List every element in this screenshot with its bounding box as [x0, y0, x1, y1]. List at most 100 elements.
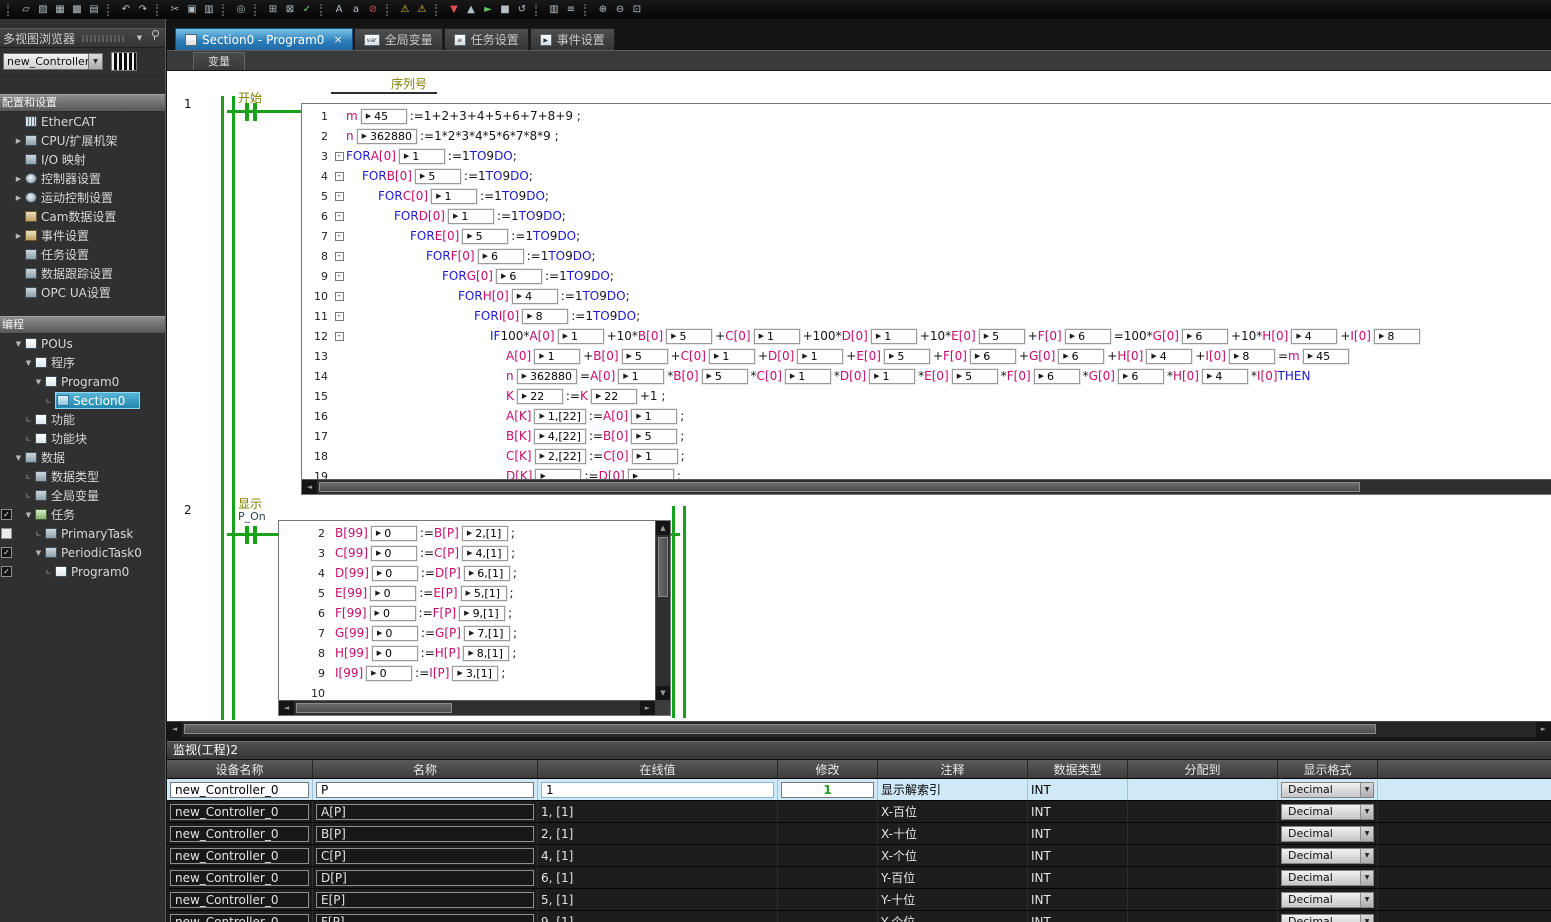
watch-value-box[interactable]: ▶9,[1] — [459, 606, 505, 621]
st-line[interactable]: 18C[K]▶2,[22]:=C[0]▶1 ; — [302, 446, 1551, 466]
sidebar-item[interactable]: ▶事件设置 — [0, 226, 165, 245]
watch-value-box[interactable]: ▶1 — [754, 329, 800, 344]
warning-list-icon[interactable]: ⚠ — [414, 2, 430, 17]
scroll-down-icon[interactable]: ▼ — [656, 686, 670, 700]
watch-value-box[interactable]: ▶4,[22] — [534, 429, 585, 444]
watch-row[interactable]: new_Controller_0E[P]5, [1]Y-十位INTDecimal… — [167, 889, 1551, 911]
st-line[interactable]: 13A[0]▶1+B[0]▶5+C[0]▶1+D[0]▶1+E[0]▶5+F[0… — [302, 346, 1551, 366]
build-icon[interactable]: ⊞ — [265, 2, 281, 17]
zoom-fit-icon[interactable]: ⊡ — [629, 2, 645, 17]
tree-down-arrow-icon[interactable]: ▼ — [12, 454, 25, 462]
warning-monitor-icon[interactable]: ⚠ — [397, 2, 413, 17]
download-to-controller-icon[interactable]: ▼ — [446, 2, 462, 17]
watch-value-box[interactable]: ▶1 — [399, 149, 445, 164]
display-format-select[interactable]: Decimal▼ — [1281, 892, 1374, 908]
watch-value-box[interactable]: ▶0 — [372, 626, 418, 641]
watch-value-box[interactable]: ▶6 — [1034, 369, 1080, 384]
cut-icon[interactable]: ✂ — [167, 2, 183, 17]
watch-value-box[interactable]: ▶1 — [558, 329, 604, 344]
watch-value-box[interactable]: ▶1 — [618, 369, 664, 384]
fold-collapse-icon[interactable]: - — [335, 192, 344, 201]
watch-column-header[interactable]: 显示格式 — [1278, 760, 1378, 778]
undo-icon[interactable]: ↶ — [118, 2, 134, 17]
tree-down-arrow-icon[interactable]: ▼ — [22, 359, 35, 367]
scroll-track[interactable] — [656, 535, 670, 686]
watch-value-box[interactable]: ▶ — [535, 469, 581, 480]
watch-modify-cell[interactable] — [778, 823, 878, 844]
watch-modify-cell[interactable] — [778, 845, 878, 866]
checkbox-empty-icon[interactable] — [1, 528, 12, 539]
scroll-right-icon[interactable]: ► — [1536, 722, 1551, 737]
tree-down-arrow-icon[interactable]: ▼ — [12, 340, 25, 348]
sidebar-item[interactable]: ∟全局变量 — [0, 486, 165, 505]
fold-collapse-icon[interactable]: - — [335, 332, 344, 341]
st-box-1[interactable]: 1m▶45:=1+2+3+4+5+6+7+8+9 ;2n▶362880:=1*2… — [301, 103, 1551, 495]
go-offline-icon[interactable]: ⊘ — [365, 2, 381, 17]
watch-name-cell[interactable]: P — [316, 782, 534, 798]
watch-value-box[interactable]: ▶4 — [1146, 349, 1192, 364]
watch-column-header[interactable]: 注释 — [878, 760, 1028, 778]
watch-value-box[interactable]: ▶8 — [522, 309, 568, 324]
st-line[interactable]: 16A[K]▶1,[22]:=A[0]▶1 ; — [302, 406, 1551, 426]
watch-value-box[interactable]: ▶6 — [1065, 329, 1111, 344]
rung1-contact[interactable] — [227, 103, 301, 121]
display-format-select[interactable]: Decimal▼ — [1281, 804, 1374, 820]
watch-value-box[interactable]: ▶4 — [1202, 369, 1248, 384]
watch-value-box[interactable]: ▶5 — [415, 169, 461, 184]
sidebar-item[interactable]: 数据跟踪设置 — [0, 264, 165, 283]
upload-from-controller-icon[interactable]: ▲ — [463, 2, 479, 17]
sidebar-item[interactable]: ∟数据类型 — [0, 467, 165, 486]
watch-value-box[interactable]: ▶0 — [372, 646, 418, 661]
watch-value-box[interactable]: ▶22 — [591, 389, 637, 404]
watch-value-box[interactable]: ▶1 — [785, 369, 831, 384]
watch-device-cell[interactable]: new_Controller_0 — [170, 804, 309, 820]
scroll-track[interactable] — [294, 701, 640, 715]
controller-select[interactable]: new_Controller_0 ▼ — [3, 53, 103, 70]
watch-device-cell[interactable]: new_Controller_0 — [170, 870, 309, 886]
st2-hscrollbar[interactable]: ◄ ► — [279, 700, 655, 715]
st-line[interactable]: 10-FOR H[0]▶4:=1 TO 9 DO ; — [302, 286, 1551, 306]
watch-row[interactable]: new_Controller_0F[P]9, [1]Y-个位INTDecimal… — [167, 911, 1551, 922]
watch-panel-title[interactable]: 监视(工程)2 — [167, 742, 1551, 760]
watch-value-box[interactable]: ▶5 — [952, 369, 998, 384]
st-line[interactable]: 9-FOR G[0]▶6:=1 TO 9 DO ; — [302, 266, 1551, 286]
scroll-thumb[interactable] — [658, 537, 668, 597]
st-line[interactable]: 6-FOR D[0]▶1:=1 TO 9 DO ; — [302, 206, 1551, 226]
sidebar-item[interactable]: ▶运动控制设置 — [0, 188, 165, 207]
watch-value-box[interactable]: ▶8 — [1229, 349, 1275, 364]
sidebar-item[interactable]: ∟PrimaryTask — [0, 524, 165, 543]
tab-Section0 - Program0[interactable]: Section0 - Program0× — [175, 28, 353, 50]
scroll-up-icon[interactable]: ▲ — [656, 521, 670, 535]
sidebar-item[interactable]: ✓▼PeriodicTask0 — [0, 543, 165, 562]
watch-value-box[interactable]: ▶5,[1] — [461, 586, 507, 601]
watch-value-box[interactable]: ▶6 — [1118, 369, 1164, 384]
watch-row[interactable]: new_Controller_0C[P]4, [1]X-个位INTDecimal… — [167, 845, 1551, 867]
watch-modify-cell[interactable]: 1 — [778, 779, 878, 800]
watch-value-box[interactable]: ▶5 — [631, 429, 677, 444]
variable-table-icon[interactable]: A — [331, 2, 347, 17]
monitor-icon[interactable]: ▥ — [546, 2, 562, 17]
checkbox-checked-icon[interactable]: ✓ — [1, 566, 12, 577]
st-line[interactable]: 5-FOR C[0]▶1:=1 TO 9 DO; — [302, 186, 1551, 206]
sidebar-section-header[interactable]: 配置和设置 — [0, 94, 165, 112]
watch-value-box[interactable]: ▶5 — [462, 229, 508, 244]
sidebar-item[interactable]: EtherCAT — [0, 112, 165, 131]
copy-icon[interactable]: ▣ — [184, 2, 200, 17]
watch-value-box[interactable]: ▶1 — [797, 349, 843, 364]
run-mode-icon[interactable]: ► — [480, 2, 496, 17]
watch-value-box[interactable]: ▶0 — [371, 526, 417, 541]
zoom-out-icon[interactable]: ⊖ — [612, 2, 628, 17]
sidebar-item[interactable]: 任务设置 — [0, 245, 165, 264]
stop-mode-icon[interactable]: ■ — [497, 2, 513, 17]
watch-value-box[interactable]: ▶1 — [709, 349, 755, 364]
comment-display-icon[interactable]: a — [348, 2, 364, 17]
fold-collapse-icon[interactable]: - — [335, 152, 344, 161]
st-line[interactable]: 8-FOR F[0]▶6:=1 TO 9 DO ; — [302, 246, 1551, 266]
st-line[interactable]: 9I[99]▶0:=I[P]▶3,[1] ; — [279, 663, 655, 683]
tree-right-arrow-icon[interactable]: ▶ — [12, 175, 25, 183]
sidebar-item[interactable]: Cam数据设置 — [0, 207, 165, 226]
sidebar-section-header[interactable]: 编程 — [0, 316, 165, 334]
sidebar-item[interactable]: OPC UA设置 — [0, 283, 165, 302]
st-line[interactable]: 7G[99]▶0:=G[P]▶7,[1] ; — [279, 623, 655, 643]
watch-value-box[interactable]: ▶6 — [496, 269, 542, 284]
